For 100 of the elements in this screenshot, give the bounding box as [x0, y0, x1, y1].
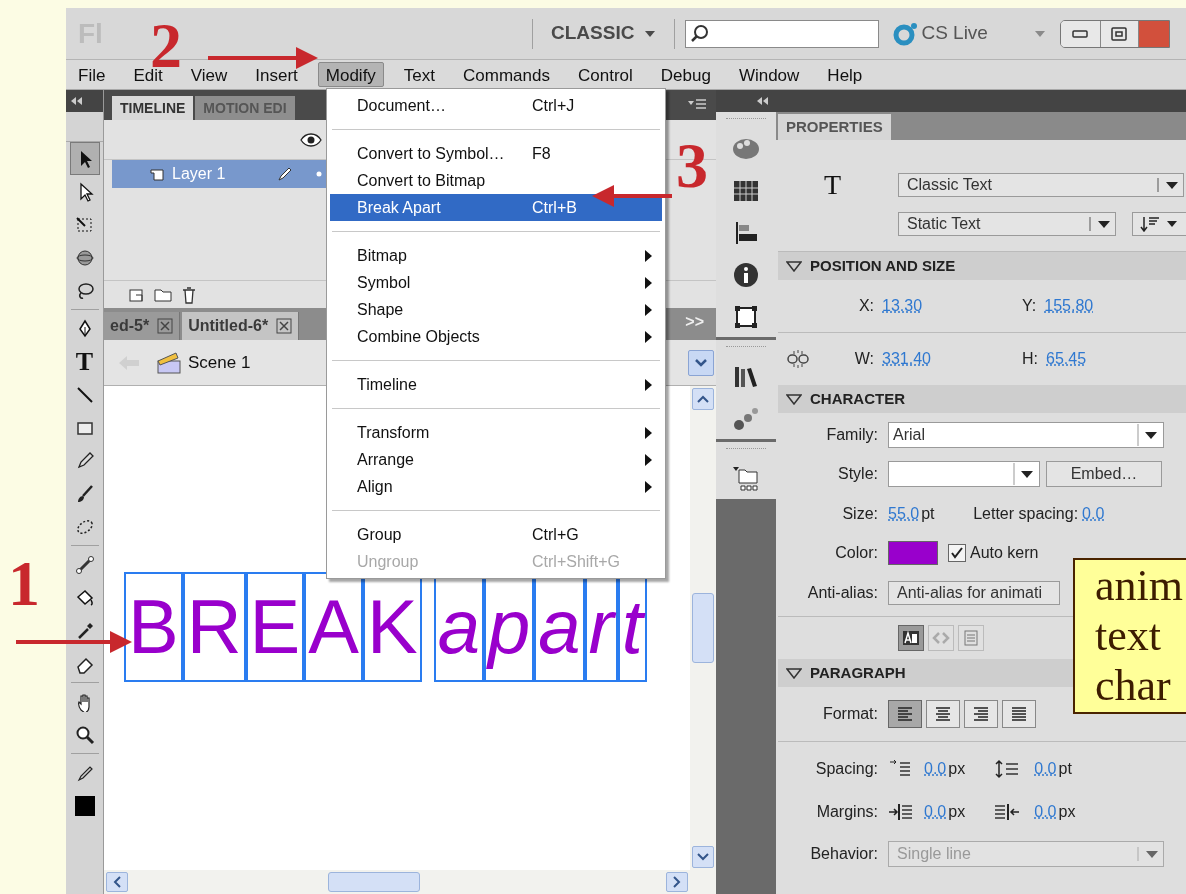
trash-icon[interactable]: [182, 285, 196, 304]
menu-item[interactable]: Modify: [317, 62, 384, 87]
submenu-arrow-icon: [645, 330, 652, 343]
panel-tab[interactable]: TIMELINE: [112, 96, 194, 120]
scroll-left-button[interactable]: [106, 872, 128, 892]
field-label: Size:: [841, 504, 879, 524]
align-button[interactable]: [926, 700, 960, 728]
anti-alias-dropdown[interactable]: Anti-alias for animati: [888, 581, 1060, 605]
embed-button[interactable]: Embed…: [1046, 461, 1162, 487]
triangle-down-icon: [786, 393, 802, 405]
menu-item[interactable]: Commands: [455, 62, 558, 87]
restore-icon: [1111, 26, 1128, 41]
field-label: Family:: [825, 425, 879, 445]
menu-item[interactable]: File: [70, 62, 114, 87]
menu-item[interactable]: Combine Objects: [330, 323, 662, 350]
menu-item[interactable]: Control: [569, 62, 641, 87]
color-swatch[interactable]: [888, 541, 938, 565]
chain-link-icon[interactable]: [786, 349, 810, 369]
scene-dropdown-button[interactable]: [688, 349, 714, 376]
eye-icon: [300, 132, 322, 147]
menu-item[interactable]: Arrange: [330, 446, 662, 473]
scroll-thumb[interactable]: [692, 593, 714, 663]
info-icon[interactable]: [731, 261, 761, 289]
shortcut-label: F8: [532, 143, 551, 164]
unit-label: px: [948, 802, 967, 822]
search-field[interactable]: [685, 19, 880, 48]
submenu-arrow-icon: [645, 378, 652, 391]
text-engine-dropdown[interactable]: Classic Text: [898, 173, 1184, 197]
scroll-down-button[interactable]: [692, 846, 714, 868]
font-family-field[interactable]: Arial: [888, 422, 1164, 448]
line-spacing-icon: [994, 759, 1021, 779]
panel-tab[interactable]: PROPERTIES: [778, 114, 891, 140]
align-button[interactable]: [964, 700, 998, 728]
panel-menu-icon[interactable]: [688, 98, 706, 110]
scroll-right-button[interactable]: [666, 872, 688, 892]
menu-item[interactable]: Bitmap: [330, 242, 662, 269]
close-icon[interactable]: [157, 318, 174, 334]
menu-item[interactable]: Text: [395, 62, 444, 87]
text-direction-icon: [1140, 216, 1180, 232]
folder-icon[interactable]: [154, 286, 172, 303]
horizontal-scrollbar[interactable]: [104, 870, 716, 894]
menu-item[interactable]: Group Ctrl+G: [330, 521, 662, 548]
field-label: Style:: [837, 464, 879, 484]
field-label: Spacing:: [814, 759, 879, 779]
shortcut-label: Ctrl+B: [532, 197, 577, 218]
triangle-down-icon: [786, 260, 802, 272]
menu-item[interactable]: Convert to Bitmap: [330, 167, 662, 194]
menu-item[interactable]: Insert: [247, 62, 306, 87]
font-style-dropdown[interactable]: [888, 461, 1040, 487]
submenu-arrow-icon: [645, 426, 652, 439]
shortcut-label: Ctrl+J: [532, 95, 575, 116]
tool-button[interactable]: T: [69, 345, 100, 378]
menu-item[interactable]: Symbol: [330, 269, 662, 296]
text-option-button[interactable]: [898, 625, 924, 651]
cs-live-label[interactable]: CS Live: [921, 19, 988, 48]
align-center-icon: [933, 704, 953, 724]
field-label: Y:: [1022, 296, 1038, 316]
project-folder-icon[interactable]: [731, 465, 761, 493]
align-button[interactable]: [888, 700, 922, 728]
chevron-up-icon: [697, 395, 709, 403]
field-label: Anti-alias:: [806, 583, 879, 603]
menu-item[interactable]: Timeline: [330, 371, 662, 398]
maximize-button[interactable]: [1100, 20, 1139, 47]
menu-item[interactable]: Shape: [330, 296, 662, 323]
checkbox[interactable]: [948, 544, 966, 562]
menu-item[interactable]: Document… Ctrl+J: [330, 92, 662, 119]
menu-item[interactable]: Window: [730, 62, 808, 87]
menu-item[interactable]: Debug: [652, 62, 719, 87]
new-layer-icon[interactable]: [128, 286, 144, 303]
menu-item: Ungroup Ctrl+Shift+G: [330, 548, 662, 575]
section-header[interactable]: POSITION AND SIZE: [778, 252, 1186, 280]
orientation-dropdown[interactable]: [1132, 212, 1186, 236]
tab-label: ed-5*: [110, 316, 150, 336]
document-tab[interactable]: Untitled-6*: [182, 312, 300, 340]
section-header[interactable]: CHARACTER: [778, 385, 1186, 413]
field-label: Behavior:: [809, 844, 879, 864]
menu-item[interactable]: Align: [330, 473, 662, 500]
menu-item[interactable]: Break Apart Ctrl+B: [330, 194, 662, 221]
menu-item[interactable]: Help: [819, 62, 871, 87]
checkbox-label: Auto kern: [970, 543, 1039, 563]
three-dots-icon[interactable]: [731, 405, 761, 433]
unit-label: pt: [921, 504, 936, 524]
menu-item[interactable]: View: [182, 62, 236, 87]
left-margin-icon: [888, 802, 914, 822]
scroll-up-button[interactable]: [692, 388, 714, 410]
menu-item[interactable]: Convert to Symbol… F8: [330, 140, 662, 167]
close-icon[interactable]: [276, 318, 293, 334]
align-button[interactable]: [1002, 700, 1036, 728]
text-tool-glyph: T: [823, 168, 843, 202]
text-border-icon: [961, 628, 981, 648]
dot-icon: [316, 171, 322, 177]
text-type-dropdown[interactable]: Static Text: [898, 212, 1116, 236]
tool-button[interactable]: [69, 142, 100, 175]
document-tab[interactable]: ed-5*: [104, 312, 181, 340]
scene-name[interactable]: Scene 1: [188, 349, 251, 376]
vertical-scrollbar[interactable]: [690, 386, 716, 870]
menu-item[interactable]: Transform: [330, 419, 662, 446]
scroll-thumb[interactable]: [328, 872, 420, 892]
minimize-button[interactable]: [1060, 20, 1101, 47]
workspace-dropdown[interactable]: CLASSIC: [551, 19, 657, 48]
